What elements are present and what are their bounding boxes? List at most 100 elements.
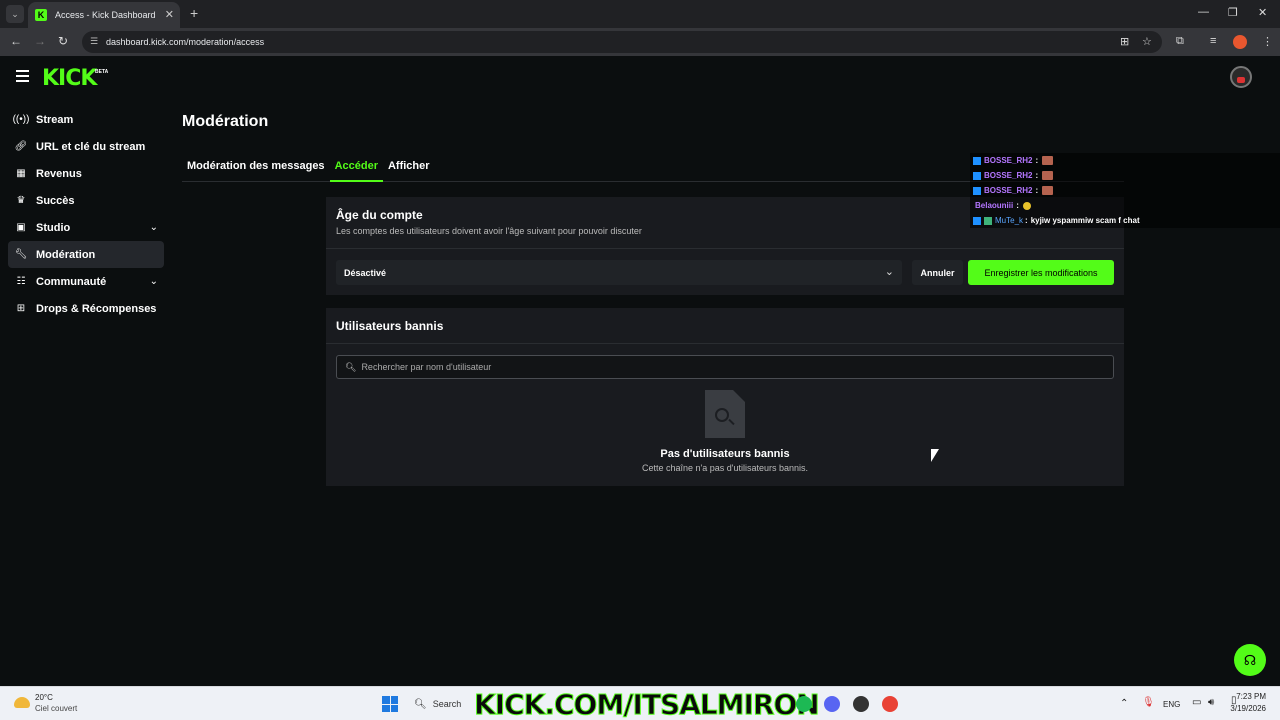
banned-users-card: Utilisateurs bannis 🔍︎ Pas d'utilisateur… <box>326 308 1124 486</box>
banned-users-title: Utilisateurs bannis <box>336 319 444 333</box>
banned-user-search[interactable]: 🔍︎ <box>336 355 1114 379</box>
chat-text: kyjiw yspammiw scam f chat <box>1030 216 1140 225</box>
sidebar-item-label: Stream <box>36 113 74 126</box>
sidebar-item-label: Studio <box>36 221 71 234</box>
translate-icon[interactable]: ⊞ <box>1120 35 1129 48</box>
browser-profile-avatar[interactable] <box>1233 35 1247 49</box>
sidebar-item-moderation[interactable]: 🔧︎ Modération <box>8 241 164 268</box>
account-age-selected-value: Désactivé <box>344 267 387 278</box>
divider <box>326 248 1124 249</box>
empty-state-description: Cette chaîne n'a pas d'utilisateurs bann… <box>641 463 809 473</box>
sidebar-item-label: Modération <box>36 248 96 261</box>
chat-message: MuTe_k : kyjiw yspammiw scam f chat <box>970 213 1280 228</box>
browser-tab[interactable]: K Access - Kick Dashboard ✕ <box>28 2 180 28</box>
sidebar-item-revenue[interactable]: ▦ Revenus <box>8 160 164 187</box>
chat-username: Belaouniii <box>975 201 1014 210</box>
bookmark-star-icon[interactable]: ☆ <box>1142 35 1152 48</box>
new-tab-button[interactable]: + <box>190 5 198 21</box>
sidebar-item-studio[interactable]: ▣ Studio ⌄ <box>8 214 164 241</box>
clock-date[interactable]: 3/19/2026 <box>1228 704 1266 713</box>
close-tab-icon[interactable]: ✕ <box>165 8 174 21</box>
search-input[interactable] <box>361 362 1102 372</box>
taskbar-search-label: Search <box>432 699 462 709</box>
emote-icon <box>1042 186 1054 195</box>
weather-cloud-icon[interactable] <box>14 697 30 708</box>
sidebar-item-drops[interactable]: ⊞ Drops & Récompenses <box>8 295 164 322</box>
chat-username: BOSSE_RH2 <box>984 171 1033 180</box>
badge-icon <box>984 216 992 225</box>
search-icon: 🔍︎ <box>345 361 357 372</box>
broadcast-icon: ((•)) <box>12 114 30 125</box>
chat-message: BOSSE_RH2 : <box>970 153 1280 168</box>
chat-separator: : <box>1016 201 1019 210</box>
forward-icon[interactable]: → <box>34 34 46 48</box>
sidebar-item-stream[interactable]: ((•)) Stream <box>8 106 164 133</box>
save-changes-button[interactable]: Enregistrer les modifications <box>968 260 1114 285</box>
weather-description: Ciel couvert <box>35 704 78 713</box>
page-title: Modération <box>182 113 269 130</box>
site-info-icon[interactable]: ☰ <box>90 36 98 47</box>
microphone-icon[interactable]: 🎙︎ <box>1142 697 1155 708</box>
sidebar-item-stream-url[interactable]: 🔗︎ URL et clé du stream <box>8 133 164 160</box>
back-icon[interactable]: ← <box>10 34 22 48</box>
app-icon[interactable] <box>853 696 869 712</box>
hamburger-menu-icon[interactable] <box>16 70 29 85</box>
chart-icon: ▦ <box>16 168 26 179</box>
sidebar-item-label: Revenus <box>36 167 82 180</box>
wrench-icon: 🔧︎ <box>14 249 28 260</box>
sidebar-item-achievements[interactable]: ♛ Succès <box>8 187 164 214</box>
beta-badge: BETA <box>95 69 109 75</box>
support-chat-button[interactable]: ☊ <box>1234 644 1266 676</box>
reading-list-icon[interactable]: ≡ <box>1210 35 1216 47</box>
browser-toolbar: ← → ↻ ☰ dashboard.kick.com/moderation/ac… <box>0 28 1280 56</box>
account-age-title: Âge du compte <box>336 208 423 222</box>
discord-icon[interactable] <box>824 696 840 712</box>
chat-username: MuTe_k <box>995 216 1024 225</box>
network-icon[interactable]: ▭ <box>1192 697 1201 708</box>
tab-display[interactable]: Afficher <box>383 156 435 182</box>
input-language[interactable]: ENG <box>1163 700 1180 709</box>
trophy-icon: ♛ <box>16 195 26 206</box>
chat-message: Belaouniii : <box>970 198 1280 213</box>
emote-icon <box>1042 156 1054 165</box>
minimize-icon[interactable]: — <box>1198 6 1209 18</box>
clock-time[interactable]: 7:23 PM <box>1232 692 1266 701</box>
chevron-down-icon[interactable]: ⌄ <box>150 222 158 233</box>
restore-icon[interactable]: ❐ <box>1228 6 1238 19</box>
search-icon: 🔍︎ <box>414 698 427 710</box>
chat-username: BOSSE_RH2 <box>984 186 1033 195</box>
tab-access[interactable]: Accéder <box>329 156 383 182</box>
account-age-select[interactable]: Désactivé ⌄ <box>336 260 902 285</box>
stream-url-banner: KICK.COM/ITSALMIRON <box>474 688 821 720</box>
close-window-icon[interactable]: ✕ <box>1258 6 1267 19</box>
windows-start-icon[interactable] <box>382 696 398 712</box>
badge-icon <box>973 171 981 180</box>
extensions-icon[interactable]: ⧉ <box>1176 35 1184 48</box>
document-search-icon <box>705 390 745 438</box>
mouse-cursor-icon <box>931 449 939 462</box>
browser-menu-icon[interactable]: ⋮ <box>1262 35 1273 48</box>
tab-search-button[interactable]: ⌄ <box>6 5 24 23</box>
kick-logo[interactable]: KICK <box>42 66 97 91</box>
chat-separator: : <box>1035 186 1039 195</box>
studio-icon: ▣ <box>16 222 26 233</box>
badge-icon <box>973 216 981 225</box>
user-avatar[interactable] <box>1230 66 1252 88</box>
chevron-up-icon[interactable]: ⌃ <box>1120 698 1128 709</box>
address-bar[interactable]: ☰ dashboard.kick.com/moderation/access <box>82 31 1162 53</box>
link-icon: 🔗︎ <box>14 141 28 152</box>
badge-icon <box>973 156 981 165</box>
badge-icon <box>973 186 981 195</box>
community-icon: ☷ <box>16 276 26 287</box>
chat-message: BOSSE_RH2 : <box>970 168 1280 183</box>
taskbar-search[interactable]: 🔍︎ Search <box>408 693 470 715</box>
chevron-down-icon[interactable]: ⌄ <box>150 276 158 287</box>
volume-icon[interactable]: 🔊︎ <box>1208 697 1214 708</box>
chrome-icon[interactable] <box>882 696 898 712</box>
tab-message-moderation[interactable]: Modération des messages <box>182 156 330 182</box>
reload-icon[interactable]: ↻ <box>58 34 68 48</box>
cancel-button[interactable]: Annuler <box>912 260 963 285</box>
spotify-icon[interactable] <box>796 696 812 712</box>
sidebar-item-community[interactable]: ☷ Communauté ⌄ <box>8 268 164 295</box>
sidebar-item-label: Succès <box>36 194 75 207</box>
